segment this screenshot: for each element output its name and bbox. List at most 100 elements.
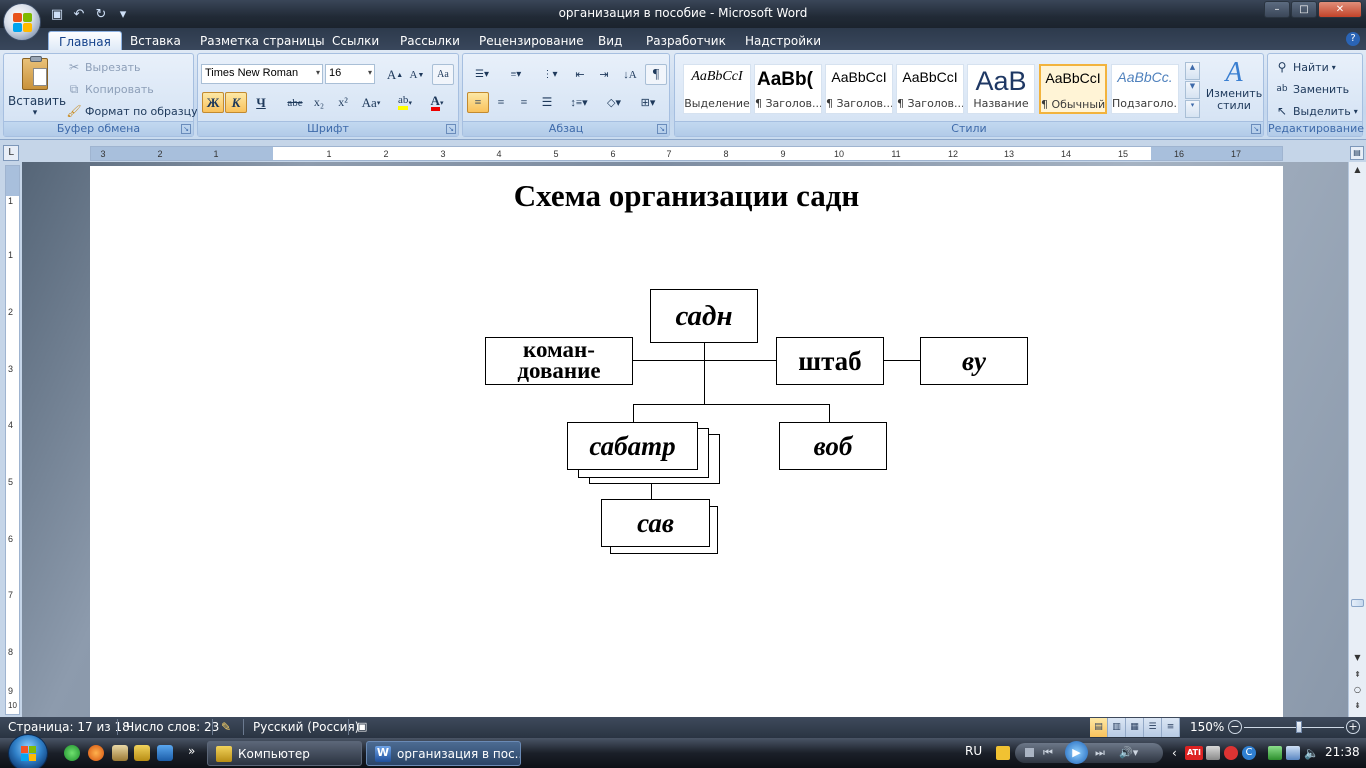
styles-gallery-scroll[interactable]: ▲ ▼ ▾: [1185, 62, 1200, 118]
full-screen-reading-icon[interactable]: ▥: [1108, 718, 1126, 737]
style-title[interactable]: AaB Название: [967, 64, 1035, 114]
zoom-in-icon[interactable]: +: [1346, 720, 1360, 734]
page-indicator[interactable]: Страница: 17 из 18: [8, 720, 130, 734]
show-more-icon[interactable]: »: [188, 744, 195, 758]
stop-icon[interactable]: [1025, 748, 1034, 757]
line-spacing-icon[interactable]: ↕≡▾: [564, 92, 594, 113]
superscript-button[interactable]: x²: [332, 92, 354, 113]
font-size-combo[interactable]: 16 ▾: [325, 64, 375, 84]
shading-icon[interactable]: ◇▾: [599, 92, 629, 113]
select-button[interactable]: ↖ Выделить ▾: [1274, 101, 1358, 121]
increase-indent-icon[interactable]: ⇥: [593, 64, 615, 85]
style-heading1[interactable]: AaBb( ¶ Заголов...: [754, 64, 822, 114]
chevron-down-icon[interactable]: ▼: [1185, 81, 1200, 99]
web-layout-icon[interactable]: ▦: [1126, 718, 1144, 737]
grow-font-button[interactable]: A ▲: [384, 64, 406, 85]
clear-formatting-button[interactable]: Aa: [432, 64, 454, 85]
view-ruler-icon[interactable]: ▤: [1350, 146, 1364, 160]
borders-icon[interactable]: ⊞▾: [633, 92, 663, 113]
network-icon[interactable]: [1286, 746, 1300, 760]
ati-icon[interactable]: ATI: [1185, 746, 1203, 760]
org-box-staff[interactable]: штаб: [776, 337, 884, 385]
style-normal[interactable]: AaBbCcI ¶ Обычный: [1039, 64, 1107, 114]
signal-icon[interactable]: [1268, 746, 1282, 760]
paste-dropdown-arrow[interactable]: ▾: [8, 108, 62, 118]
scroll-up-icon[interactable]: ▲: [1350, 162, 1365, 177]
cut-button[interactable]: ✂ Вырезать: [66, 57, 141, 77]
paste-button[interactable]: Вставить ▾: [8, 56, 66, 120]
italic-button[interactable]: К: [225, 92, 247, 113]
tray-c-icon[interactable]: C: [1242, 746, 1256, 760]
bullets-icon[interactable]: ☰▾: [467, 64, 497, 85]
play-icon[interactable]: ▶: [1065, 741, 1088, 764]
tab-developer[interactable]: Разработчик: [636, 31, 736, 50]
quicklaunch-icon[interactable]: [112, 745, 128, 761]
format-painter-button[interactable]: 🖌 Формат по образцу: [66, 101, 197, 121]
clock[interactable]: 21:38: [1325, 745, 1360, 759]
print-layout-icon[interactable]: ▤: [1090, 718, 1108, 737]
tab-mailings[interactable]: Рассылки: [390, 31, 470, 50]
style-heading3[interactable]: AaBbCcI ¶ Заголов...: [896, 64, 964, 114]
language-indicator[interactable]: Русский (Россия): [253, 720, 359, 734]
subscript-button[interactable]: x₂: [308, 92, 330, 113]
scroll-thumb[interactable]: [1351, 599, 1364, 607]
font-color-button[interactable]: A ▾: [422, 92, 452, 113]
vertical-scrollbar[interactable]: ▲ ▼ ⇞ ○ ⇟: [1348, 162, 1366, 717]
folder-icon[interactable]: [134, 745, 150, 761]
org-box-sav[interactable]: сав: [601, 499, 710, 547]
start-button[interactable]: [8, 734, 48, 768]
outline-icon[interactable]: ☰: [1144, 718, 1162, 737]
utorrent-icon[interactable]: [64, 745, 80, 761]
document-page[interactable]: Схема организации садн садн коман- дован…: [90, 166, 1283, 717]
browse-object-icon[interactable]: ○: [1350, 682, 1365, 697]
taskbar-item-word[interactable]: W организация в пос...: [366, 741, 521, 766]
font-launcher-icon[interactable]: ↘: [446, 124, 456, 134]
replace-button[interactable]: ab Заменить: [1274, 79, 1349, 99]
show-marks-icon[interactable]: ¶: [645, 64, 667, 85]
zoom-out-icon[interactable]: −: [1228, 720, 1242, 734]
tray-app-icon[interactable]: [1206, 746, 1220, 760]
strikethrough-button[interactable]: abe: [284, 92, 306, 113]
tab-review[interactable]: Рецензирование: [469, 31, 594, 50]
macro-recording-icon[interactable]: ▣: [357, 720, 367, 733]
org-box-vu[interactable]: ву: [920, 337, 1028, 385]
font-name-combo[interactable]: Times New Roman ▾: [201, 64, 323, 84]
previous-page-icon[interactable]: ⇞: [1350, 667, 1365, 682]
zoom-slider-track[interactable]: [1244, 727, 1344, 728]
clipboard-launcher-icon[interactable]: ↘: [181, 124, 191, 134]
keyboard-language[interactable]: RU: [965, 744, 982, 758]
chevron-up-icon[interactable]: ▲: [1185, 62, 1200, 80]
decrease-indent-icon[interactable]: ⇤: [569, 64, 591, 85]
scroll-down-icon[interactable]: ▼: [1350, 650, 1365, 665]
sort-icon[interactable]: ↓A: [619, 64, 641, 85]
next-icon[interactable]: ⏭: [1095, 746, 1105, 760]
tab-view[interactable]: Вид: [588, 31, 632, 50]
office-button[interactable]: [3, 3, 41, 41]
antivirus-icon[interactable]: [1224, 746, 1238, 760]
taskbar-item-computer[interactable]: Компьютер: [207, 741, 362, 766]
gallery-more-icon[interactable]: ▾: [1185, 100, 1200, 118]
align-left-icon[interactable]: ≡: [467, 92, 489, 113]
proofing-icon[interactable]: ✎: [221, 720, 231, 734]
tab-page-layout[interactable]: Разметка страницы: [190, 31, 335, 50]
justify-icon[interactable]: ☰: [536, 92, 558, 113]
numbering-icon[interactable]: ≡▾: [501, 64, 531, 85]
vertical-ruler[interactable]: 1 1 2 3 4 5 6 7 8 9 10: [5, 165, 20, 715]
style-subtitle[interactable]: AaBbCc. Подзаголо...: [1111, 64, 1179, 114]
tab-insert[interactable]: Вставка: [120, 31, 191, 50]
align-right-icon[interactable]: ≡: [513, 92, 535, 113]
align-center-icon[interactable]: ≡: [490, 92, 512, 113]
tab-home[interactable]: Главная: [48, 31, 122, 50]
styles-launcher-icon[interactable]: ↘: [1251, 124, 1261, 134]
shrink-font-button[interactable]: A ▼: [406, 64, 428, 85]
close-button[interactable]: ✕: [1318, 1, 1362, 18]
minimize-button[interactable]: –: [1264, 1, 1290, 18]
draft-icon[interactable]: ≡: [1162, 718, 1180, 737]
underline-button[interactable]: Ч: [250, 92, 272, 113]
tab-selector[interactable]: L: [3, 145, 19, 161]
org-box-sadn[interactable]: садн: [650, 289, 758, 343]
multilevel-list-icon[interactable]: ⋮▾: [535, 64, 565, 85]
change-case-button[interactable]: Aa ▾: [358, 92, 384, 113]
media-toolbar-icon[interactable]: [996, 746, 1010, 760]
next-page-icon[interactable]: ⇟: [1350, 698, 1365, 713]
